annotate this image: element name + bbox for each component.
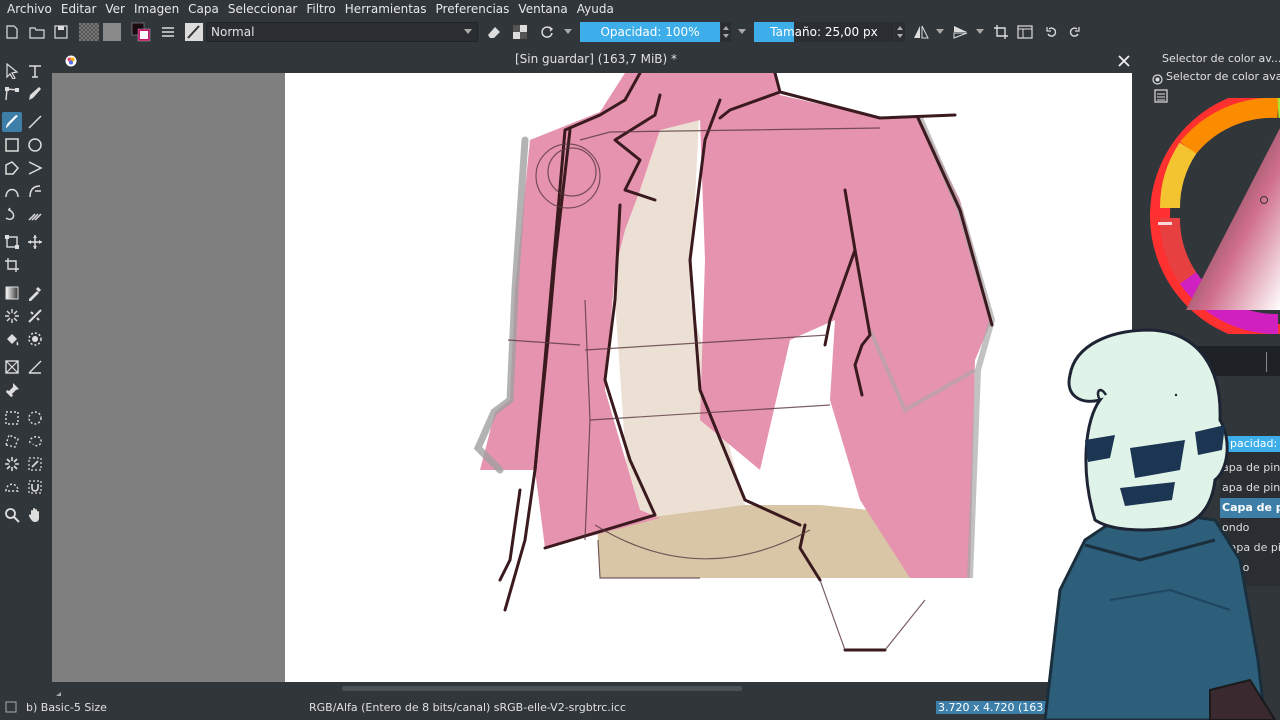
bezier-tool-icon[interactable] xyxy=(2,181,22,201)
edit-shapes-tool-icon[interactable] xyxy=(2,84,22,104)
fill-tool-icon[interactable] xyxy=(2,329,22,349)
menu-herramientas[interactable]: Herramientas xyxy=(345,2,427,16)
save-icon[interactable] xyxy=(52,22,70,42)
brush-preset-icon[interactable] xyxy=(184,22,204,42)
gradient-tool-icon[interactable] xyxy=(2,283,22,303)
crop-tool-icon[interactable] xyxy=(2,255,22,275)
color-swap-icon[interactable] xyxy=(130,22,152,42)
colorize-mask-tool-icon[interactable] xyxy=(2,306,22,326)
menu-ver[interactable]: Ver xyxy=(105,2,125,16)
workspace-icon[interactable] xyxy=(1016,22,1034,42)
size-label: Tamaño: 25,00 px xyxy=(770,25,878,39)
measure-tool-icon[interactable] xyxy=(25,357,45,377)
rectangle-tool-icon[interactable] xyxy=(2,135,22,155)
document-tab[interactable]: [Sin guardar] (163,7 MiB) * xyxy=(52,46,1140,73)
blend-mode-value: Normal xyxy=(211,25,255,39)
size-slider[interactable]: Tamaño: 25,00 px xyxy=(754,22,894,42)
size-spinner[interactable] xyxy=(895,22,905,42)
line-tool-icon[interactable] xyxy=(25,112,45,132)
bezier-selection-tool-icon[interactable] xyxy=(2,477,22,497)
calligraphy-tool-icon[interactable] xyxy=(25,84,45,104)
reload-dropdown-icon[interactable] xyxy=(562,22,574,42)
move-tool-icon[interactable] xyxy=(25,232,45,252)
toolbox xyxy=(0,57,50,682)
zoom-tool-icon[interactable] xyxy=(2,505,22,525)
horizontal-scrollbar[interactable] xyxy=(52,682,1132,700)
magnetic-selection-tool-icon[interactable] xyxy=(25,477,45,497)
radio-icon[interactable] xyxy=(1152,70,1163,89)
mirror-vertical-icon[interactable] xyxy=(952,22,970,42)
multibrush-tool-icon[interactable] xyxy=(25,204,45,224)
color-selector-label: Selector de color avanzad xyxy=(1166,70,1280,83)
undo-icon[interactable] xyxy=(1044,22,1060,42)
color-wheel[interactable] xyxy=(1148,98,1280,334)
chevron-down-icon xyxy=(464,29,472,34)
brush-preset-status-icon[interactable] xyxy=(5,701,17,716)
menu-capa[interactable]: Capa xyxy=(188,2,219,16)
opacity-slider[interactable]: Opacidad: 100% xyxy=(580,22,720,42)
rectangular-selection-tool-icon[interactable] xyxy=(2,408,22,428)
brush-settings-icon[interactable] xyxy=(160,22,176,42)
freehand-selection-tool-icon[interactable] xyxy=(25,431,45,451)
close-document-icon[interactable] xyxy=(1118,52,1130,71)
assistant-tool-icon[interactable] xyxy=(2,357,22,377)
redo-icon[interactable] xyxy=(1066,22,1082,42)
new-document-icon[interactable] xyxy=(4,22,20,42)
menu-preferencias[interactable]: Preferencias xyxy=(436,2,510,16)
menu-ventana[interactable]: Ventana xyxy=(518,2,567,16)
mirror-v-dropdown-icon[interactable] xyxy=(974,22,986,42)
opacity-spinner[interactable] xyxy=(721,22,731,42)
menu-editar[interactable]: Editar xyxy=(61,2,97,16)
reload-preset-icon[interactable] xyxy=(538,22,556,42)
menu-archivo[interactable]: Archivo xyxy=(7,2,52,16)
mascot-overlay xyxy=(1043,328,1277,720)
polyline-tool-icon[interactable] xyxy=(25,158,45,178)
opacity-dropdown-icon[interactable] xyxy=(736,22,748,42)
document-title: [Sin guardar] (163,7 MiB) * xyxy=(514,52,678,66)
jacket-drawing xyxy=(473,73,996,652)
text-tool-icon[interactable] xyxy=(25,61,45,81)
menu-bar: Archivo Editar Ver Imagen Capa Seleccion… xyxy=(0,0,1280,18)
select-shapes-tool-icon[interactable] xyxy=(2,61,22,81)
alpha-lock-icon[interactable] xyxy=(512,22,528,42)
menu-ayuda[interactable]: Ayuda xyxy=(577,2,614,16)
transform-tool-icon[interactable] xyxy=(2,232,22,252)
mirror-h-dropdown-icon[interactable] xyxy=(934,22,946,42)
contiguous-selection-tool-icon[interactable] xyxy=(2,454,22,474)
freehand-path-tool-icon[interactable] xyxy=(25,181,45,201)
horizontal-scroll-thumb[interactable] xyxy=(342,686,742,691)
menu-seleccionar[interactable]: Seleccionar xyxy=(228,2,297,16)
smart-patch-tool-icon[interactable] xyxy=(25,306,45,326)
brush-preset-name: b) Basic-5 Size xyxy=(26,701,107,714)
polygonal-selection-tool-icon[interactable] xyxy=(2,431,22,451)
canvas-area[interactable] xyxy=(52,73,1132,682)
similar-selection-tool-icon[interactable] xyxy=(25,454,45,474)
ellipse-tool-icon[interactable] xyxy=(25,135,45,155)
menu-imagen[interactable]: Imagen xyxy=(134,2,179,16)
gradient-preset-icon[interactable] xyxy=(78,22,100,42)
elliptical-selection-tool-icon[interactable] xyxy=(25,408,45,428)
drawing-canvas[interactable] xyxy=(285,73,1132,682)
dynamic-brush-tool-icon[interactable] xyxy=(2,204,22,224)
opacity-label: Opacidad: 100% xyxy=(600,25,700,39)
pattern-preset-icon[interactable] xyxy=(102,22,122,42)
krita-window: Archivo Editar Ver Imagen Capa Seleccion… xyxy=(0,0,1280,720)
polygon-tool-icon[interactable] xyxy=(2,158,22,178)
docker-title: Selector de color av... xyxy=(1162,52,1280,65)
open-folder-icon[interactable] xyxy=(28,22,46,42)
pan-tool-icon[interactable] xyxy=(25,505,45,525)
freehand-brush-tool-icon[interactable] xyxy=(2,112,22,132)
mirror-horizontal-icon[interactable] xyxy=(912,22,930,42)
crop-icon[interactable] xyxy=(992,22,1010,42)
color-space-info: RGB/Alfa (Entero de 8 bits/canal) sRGB-e… xyxy=(309,701,626,714)
color-picker-tool-icon[interactable] xyxy=(25,283,45,303)
blend-mode-select[interactable]: Normal xyxy=(206,22,478,42)
reference-tool-icon[interactable] xyxy=(2,380,22,400)
menu-filtro[interactable]: Filtro xyxy=(306,2,335,16)
eraser-mode-icon[interactable] xyxy=(486,22,502,42)
enclose-fill-tool-icon[interactable] xyxy=(25,329,45,349)
